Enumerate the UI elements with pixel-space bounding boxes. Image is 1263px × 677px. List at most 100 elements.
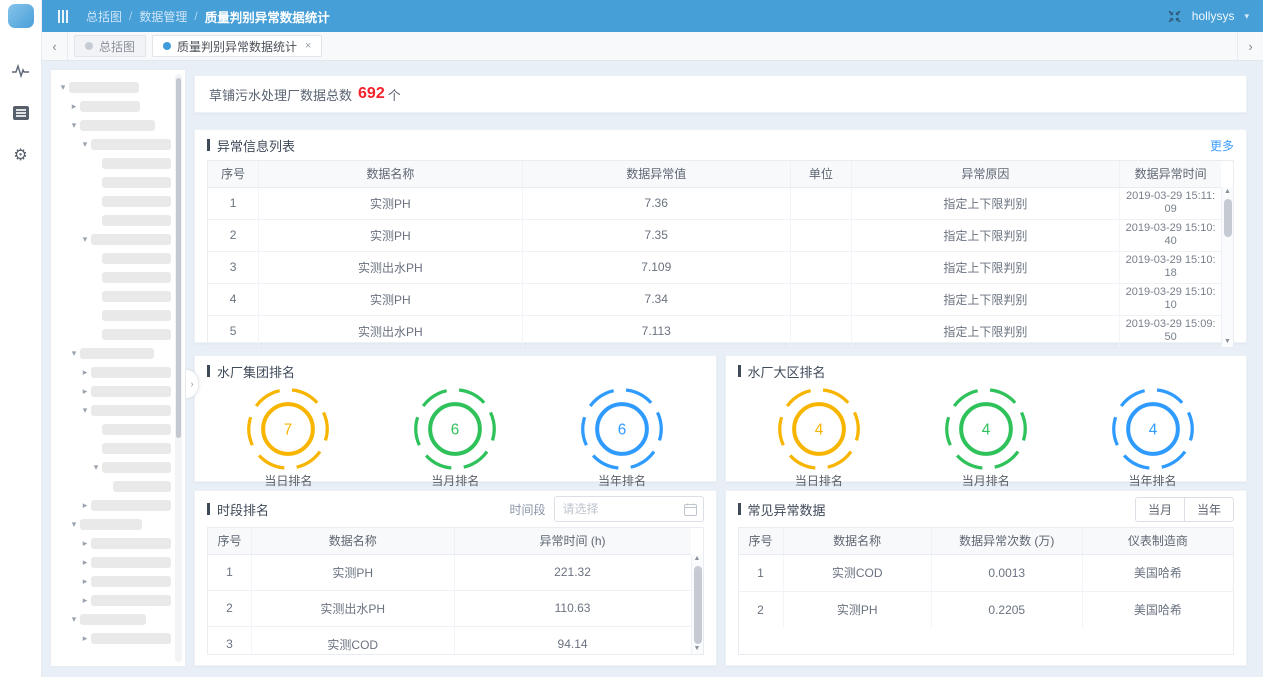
menu-toggle-icon[interactable] xyxy=(58,10,68,23)
month-button[interactable]: 当月 xyxy=(1135,497,1184,522)
table-row: 3实测出水PH7.109指定上下限判别2019-03-29 15:10:18 xyxy=(208,251,1221,283)
list-icon[interactable] xyxy=(12,104,30,122)
tab-label: 质量判别异常数据统计 xyxy=(177,38,297,55)
tree-node[interactable]: ▾ xyxy=(57,401,171,420)
tree-node[interactable]: ▸ xyxy=(57,553,171,572)
tree-node[interactable] xyxy=(57,249,171,268)
tree-node[interactable]: ▾ xyxy=(57,230,171,249)
caret-right-icon[interactable]: ▸ xyxy=(79,557,91,568)
tree-node-label xyxy=(113,481,171,492)
tree-node[interactable] xyxy=(57,173,171,192)
table-header-row: 序号 数据名称 数据异常次数 (万) 仪表制造商 xyxy=(739,528,1234,554)
ranking-label: 当年排名 xyxy=(1129,472,1177,489)
caret-down-icon[interactable]: ▾ xyxy=(68,348,80,359)
caret-right-icon[interactable]: ▸ xyxy=(79,367,91,378)
tree-node[interactable] xyxy=(57,439,171,458)
caret-right-icon[interactable]: ▸ xyxy=(79,500,91,511)
caret-right-icon[interactable]: ▸ xyxy=(79,576,91,587)
tree-node[interactable] xyxy=(57,477,171,496)
tree-node[interactable]: ▾ xyxy=(57,344,171,363)
caret-right-icon[interactable]: ▸ xyxy=(68,101,80,112)
section-title: 时段排名 xyxy=(207,500,269,519)
caret-down-icon[interactable]: ▾ xyxy=(79,234,91,245)
plant-summary-card: 草铺污水处理厂数据总数 692 个 xyxy=(194,75,1247,113)
abnormal-info-card: 异常信息列表 更多 序号 数据名称 数据异常值 单位 xyxy=(194,129,1247,343)
tree-node[interactable]: ▸ xyxy=(57,591,171,610)
table-row: 3实测COD94.14 xyxy=(208,626,691,655)
calendar-icon[interactable] xyxy=(684,503,697,516)
tree-node[interactable] xyxy=(57,420,171,439)
tree-node[interactable]: ▾ xyxy=(57,458,171,477)
app-logo[interactable] xyxy=(0,0,42,32)
user-menu[interactable]: hollysys xyxy=(1192,9,1235,23)
tab-scroll-right[interactable]: › xyxy=(1237,32,1263,60)
tree-node[interactable] xyxy=(57,211,171,230)
tree-node[interactable]: ▸ xyxy=(57,382,171,401)
common-abnormal-card: 常见异常数据 当月 当年 序号 xyxy=(725,490,1248,666)
ranking-ring-month: 4 当月排名 xyxy=(926,386,1046,489)
col-header: 异常时间 (h) xyxy=(454,528,690,554)
tab-close-icon[interactable]: × xyxy=(305,40,311,52)
tree-node[interactable]: ▾ xyxy=(57,78,171,97)
tab-scroll-left[interactable]: ‹ xyxy=(42,32,68,60)
year-button[interactable]: 当年 xyxy=(1184,497,1234,522)
tree-node[interactable]: ▸ xyxy=(57,363,171,382)
table-scrollbar[interactable]: ▲▼ xyxy=(1221,187,1233,347)
tab-overview[interactable]: 总括图 xyxy=(74,35,146,57)
ranking-ring-year: 6 当年排名 xyxy=(562,386,682,489)
caret-down-icon[interactable]: ▾ xyxy=(90,462,102,473)
settings-gear-icon[interactable]: ⚙ xyxy=(12,146,30,164)
sidebar-scrollbar[interactable] xyxy=(175,74,182,662)
breadcrumb-item[interactable]: 数据管理 xyxy=(139,8,187,25)
tree-node[interactable]: ▾ xyxy=(57,116,171,135)
activity-icon[interactable] xyxy=(12,62,30,80)
caret-down-icon[interactable]: ▾ xyxy=(68,614,80,625)
tree-node-label xyxy=(80,614,146,625)
col-header: 单位 xyxy=(790,161,851,187)
caret-down-icon[interactable]: ▾ xyxy=(57,82,69,93)
tree-node-label xyxy=(102,310,171,321)
tree-node[interactable] xyxy=(57,287,171,306)
date-range-picker[interactable] xyxy=(554,496,704,522)
tree-node[interactable]: ▸ xyxy=(57,572,171,591)
caret-right-icon[interactable]: ▸ xyxy=(79,386,91,397)
caret-down-icon[interactable]: ▾ xyxy=(68,519,80,530)
ranking-label: 当日排名 xyxy=(795,472,843,489)
sidebar: ▾▸▾▾▾▾▸▸▾▾▸▾▸▸▸▸▾▸ › xyxy=(42,61,190,677)
plant-region-ranking-card: 水厂大区排名 4 当日排名 xyxy=(725,355,1248,482)
more-link[interactable]: 更多 xyxy=(1210,137,1234,154)
total-unit: 个 xyxy=(388,85,401,104)
user-caret-icon[interactable]: ▾ xyxy=(1244,11,1249,22)
caret-right-icon[interactable]: ▸ xyxy=(79,538,91,549)
section-title: 水厂大区排名 xyxy=(738,362,826,381)
tree-node[interactable]: ▾ xyxy=(57,135,171,154)
tree-node[interactable]: ▸ xyxy=(57,97,171,116)
breadcrumb-item[interactable]: 总括图 xyxy=(86,8,122,25)
tree-node[interactable] xyxy=(57,268,171,287)
caret-right-icon[interactable]: ▸ xyxy=(79,595,91,606)
date-input[interactable] xyxy=(563,502,679,516)
caret-right-icon[interactable]: ▸ xyxy=(79,633,91,644)
tree-node[interactable]: ▸ xyxy=(57,496,171,515)
caret-down-icon[interactable]: ▾ xyxy=(79,139,91,150)
caret-down-icon[interactable]: ▾ xyxy=(68,120,80,131)
tab-quality-abnormal-stats[interactable]: 质量判别异常数据统计 × xyxy=(152,35,322,57)
tree-node[interactable] xyxy=(57,192,171,211)
fullscreen-icon[interactable] xyxy=(1167,9,1182,24)
tree-node[interactable] xyxy=(57,306,171,325)
table-scrollbar[interactable]: ▲▼ xyxy=(691,554,703,654)
tree-node[interactable]: ▸ xyxy=(57,534,171,553)
tree-node[interactable] xyxy=(57,154,171,173)
table-row: 2实测PH7.35指定上下限判别2019-03-29 15:10:40 xyxy=(208,219,1221,251)
tree-node-label xyxy=(80,101,140,112)
tree-node[interactable]: ▾ xyxy=(57,610,171,629)
tree-node[interactable]: ▸ xyxy=(57,629,171,648)
ranking-ring-day: 7 当日排名 xyxy=(228,386,348,489)
tree-node-label xyxy=(102,424,171,435)
section-title: 水厂集团排名 xyxy=(207,362,295,381)
caret-down-icon[interactable]: ▾ xyxy=(79,405,91,416)
tab-bar: ‹ 总括图 质量判别异常数据统计 × › xyxy=(42,32,1263,61)
table-row: 2实测出水PH110.63 xyxy=(208,590,691,626)
tree-node[interactable] xyxy=(57,325,171,344)
tree-node[interactable]: ▾ xyxy=(57,515,171,534)
